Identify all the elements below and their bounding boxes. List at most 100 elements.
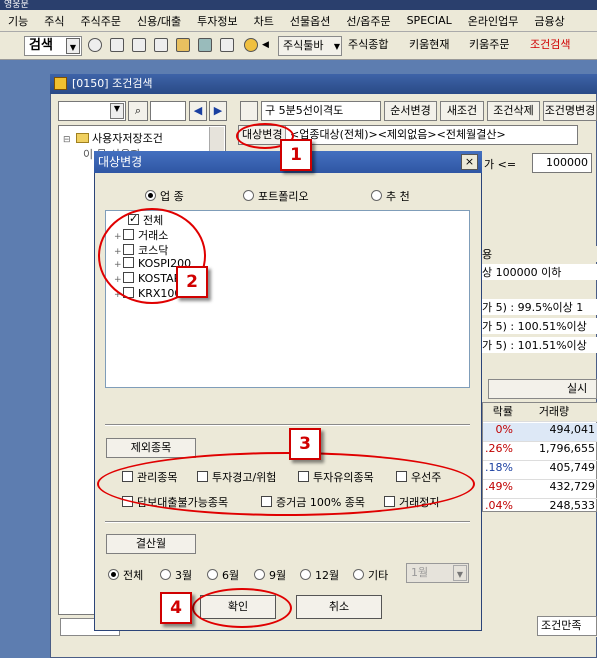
settle-all[interactable]: 전체 xyxy=(108,567,143,583)
settle-label: 9월 xyxy=(269,569,287,582)
settle-label: 3월 xyxy=(175,569,193,582)
grid-row: 가 5) : 100.51%이상 xyxy=(482,318,597,334)
table-row[interactable]: .18% 405,749 xyxy=(483,461,597,480)
condition-edit-icon[interactable] xyxy=(240,101,258,121)
delete-condition-button[interactable]: 조건삭제 xyxy=(487,101,540,121)
lock-icon[interactable] xyxy=(176,38,190,52)
gear-icon[interactable] xyxy=(244,38,258,52)
toolbar-btn-summary[interactable]: 주식종합 xyxy=(348,36,388,56)
dropdown-arrow-icon: ▼ xyxy=(453,565,467,581)
menu-online[interactable]: 온라인업무 xyxy=(460,13,527,29)
radio-portfolio[interactable]: 포트폴리오 xyxy=(243,188,309,204)
app-title: 영웅문 xyxy=(4,0,29,10)
cell-volume: 1,796,655 xyxy=(539,442,595,455)
table-row[interactable]: .26% 1,796,655 xyxy=(483,442,597,461)
new-condition-button[interactable]: 새조건 xyxy=(440,101,484,121)
annotation-label-3: 3 xyxy=(289,428,321,460)
phone-icon[interactable] xyxy=(154,38,168,52)
window-app-icon xyxy=(54,77,67,90)
dialog-close-button[interactable]: × xyxy=(461,154,478,170)
dialog-title: 대상변경 xyxy=(98,155,143,169)
run-button[interactable]: 실시 xyxy=(488,379,597,399)
toolbar-btn-current[interactable]: 키움현재 xyxy=(409,36,449,56)
collapse-icon[interactable]: ⊟ xyxy=(63,135,72,145)
print-icon[interactable] xyxy=(220,38,234,52)
menu-special[interactable]: SPECIAL xyxy=(399,14,460,27)
radio-icon xyxy=(108,569,119,580)
annotation-label-4: 4 xyxy=(160,592,192,624)
settle-december[interactable]: 12월 xyxy=(300,567,339,583)
radio-industry-label: 업 종 xyxy=(160,190,184,203)
magnifier-icon[interactable] xyxy=(88,38,102,52)
tree-root[interactable]: ⊟ 사용자저장조건 xyxy=(63,130,163,146)
radio-recommend[interactable]: 추 천 xyxy=(371,188,410,204)
table-row[interactable]: .49% 432,729 xyxy=(483,480,597,499)
stock-toolbar-combo[interactable]: 주식툴바 ▼ xyxy=(278,36,342,56)
annotation-label-1: 1 xyxy=(280,139,312,171)
settle-label: 12월 xyxy=(315,569,340,582)
radio-icon xyxy=(145,190,156,201)
search-combo[interactable]: 검색 ▼ xyxy=(24,36,82,56)
radio-portfolio-label: 포트폴리오 xyxy=(258,190,309,203)
radio-icon xyxy=(207,569,218,580)
prev-arrow-icon[interactable]: ◀ xyxy=(189,101,207,121)
grid-row: 가 5) : 99.5%이상 1 xyxy=(482,299,597,315)
price-input[interactable]: 100000 xyxy=(532,153,592,173)
menu-function[interactable]: 기능 xyxy=(0,13,36,29)
cell-change: 0% xyxy=(495,423,513,436)
settle-march[interactable]: 3월 xyxy=(160,567,192,583)
dropdown-arrow-icon[interactable]: ▼ xyxy=(66,38,80,54)
rename-condition-button[interactable]: 조건명변경 xyxy=(543,101,597,121)
app-title-bar: 영웅문 xyxy=(0,0,597,10)
menu-stock-order[interactable]: 주식주문 xyxy=(73,13,129,29)
radio-icon xyxy=(160,569,171,580)
settle-month-button[interactable]: 결산월 xyxy=(106,534,196,554)
cancel-button[interactable]: 취소 xyxy=(296,595,382,619)
stock-toolbar-combo-value: 주식툴바 xyxy=(283,39,324,52)
grid-header: 용 xyxy=(482,246,597,262)
menu-credit-loan[interactable]: 신용/대출 xyxy=(129,13,189,29)
divider xyxy=(105,521,470,523)
condition-name-field[interactable]: 구 5분5선이격도 xyxy=(261,101,381,121)
scroll-left-icon[interactable]: ◀ xyxy=(262,36,269,56)
grid-row: 가 5) : 101.51%이상 xyxy=(482,337,597,353)
reorder-button[interactable]: 순서변경 xyxy=(384,101,437,121)
menu-stock[interactable]: 주식 xyxy=(36,13,72,29)
cell-change: .04% xyxy=(485,499,513,512)
table-row[interactable]: .04% 248,533 xyxy=(483,499,597,518)
radio-recommend-label: 추 천 xyxy=(386,190,410,203)
cell-change: .18% xyxy=(485,461,513,474)
window-title-bar: [0150] 조건검색 xyxy=(50,74,597,94)
calculator-icon[interactable] xyxy=(132,38,146,52)
annotation-oval-4 xyxy=(192,588,292,628)
window-title: [0150] 조건검색 xyxy=(72,77,153,90)
radio-icon xyxy=(254,569,265,580)
menu-futures-options[interactable]: 선물옵션 xyxy=(282,13,338,29)
category-combo[interactable]: ▼ xyxy=(58,101,126,121)
save-icon[interactable] xyxy=(110,38,124,52)
search-input[interactable] xyxy=(150,101,186,121)
menu-finance[interactable]: 금융상 xyxy=(526,13,572,29)
toolbar-btn-order[interactable]: 키움주문 xyxy=(469,36,509,56)
annotation-label-2: 2 xyxy=(176,266,208,298)
settle-label: 전체 xyxy=(123,569,144,582)
table-row[interactable]: 0% 494,041 xyxy=(483,423,597,442)
radio-icon xyxy=(243,190,254,201)
cell-change: .26% xyxy=(485,442,513,455)
result-table: 락률 거래량 0% 494,041 .26% 1,796,655 .18% 40… xyxy=(482,402,597,512)
monitor-icon[interactable] xyxy=(198,38,212,52)
menu-invest-info[interactable]: 투자정보 xyxy=(189,13,245,29)
settle-september[interactable]: 9월 xyxy=(254,567,286,583)
toolbar-btn-condition-search[interactable]: 조건검색 xyxy=(530,36,570,56)
menu-fo-order[interactable]: 선/옵주문 xyxy=(338,13,398,29)
exclude-stocks-button[interactable]: 제외종목 xyxy=(106,438,196,458)
settle-other[interactable]: 기타 xyxy=(353,567,388,583)
cell-volume: 432,729 xyxy=(549,480,596,493)
next-arrow-icon[interactable]: ▶ xyxy=(209,101,227,121)
search-icon[interactable]: ⌕ xyxy=(128,101,148,121)
radio-industry[interactable]: 업 종 xyxy=(145,188,184,204)
month-combo[interactable]: 1월 ▼ xyxy=(406,563,469,583)
settle-june[interactable]: 6월 xyxy=(207,567,239,583)
cell-volume: 494,041 xyxy=(549,423,596,436)
menu-chart[interactable]: 차트 xyxy=(246,13,282,29)
